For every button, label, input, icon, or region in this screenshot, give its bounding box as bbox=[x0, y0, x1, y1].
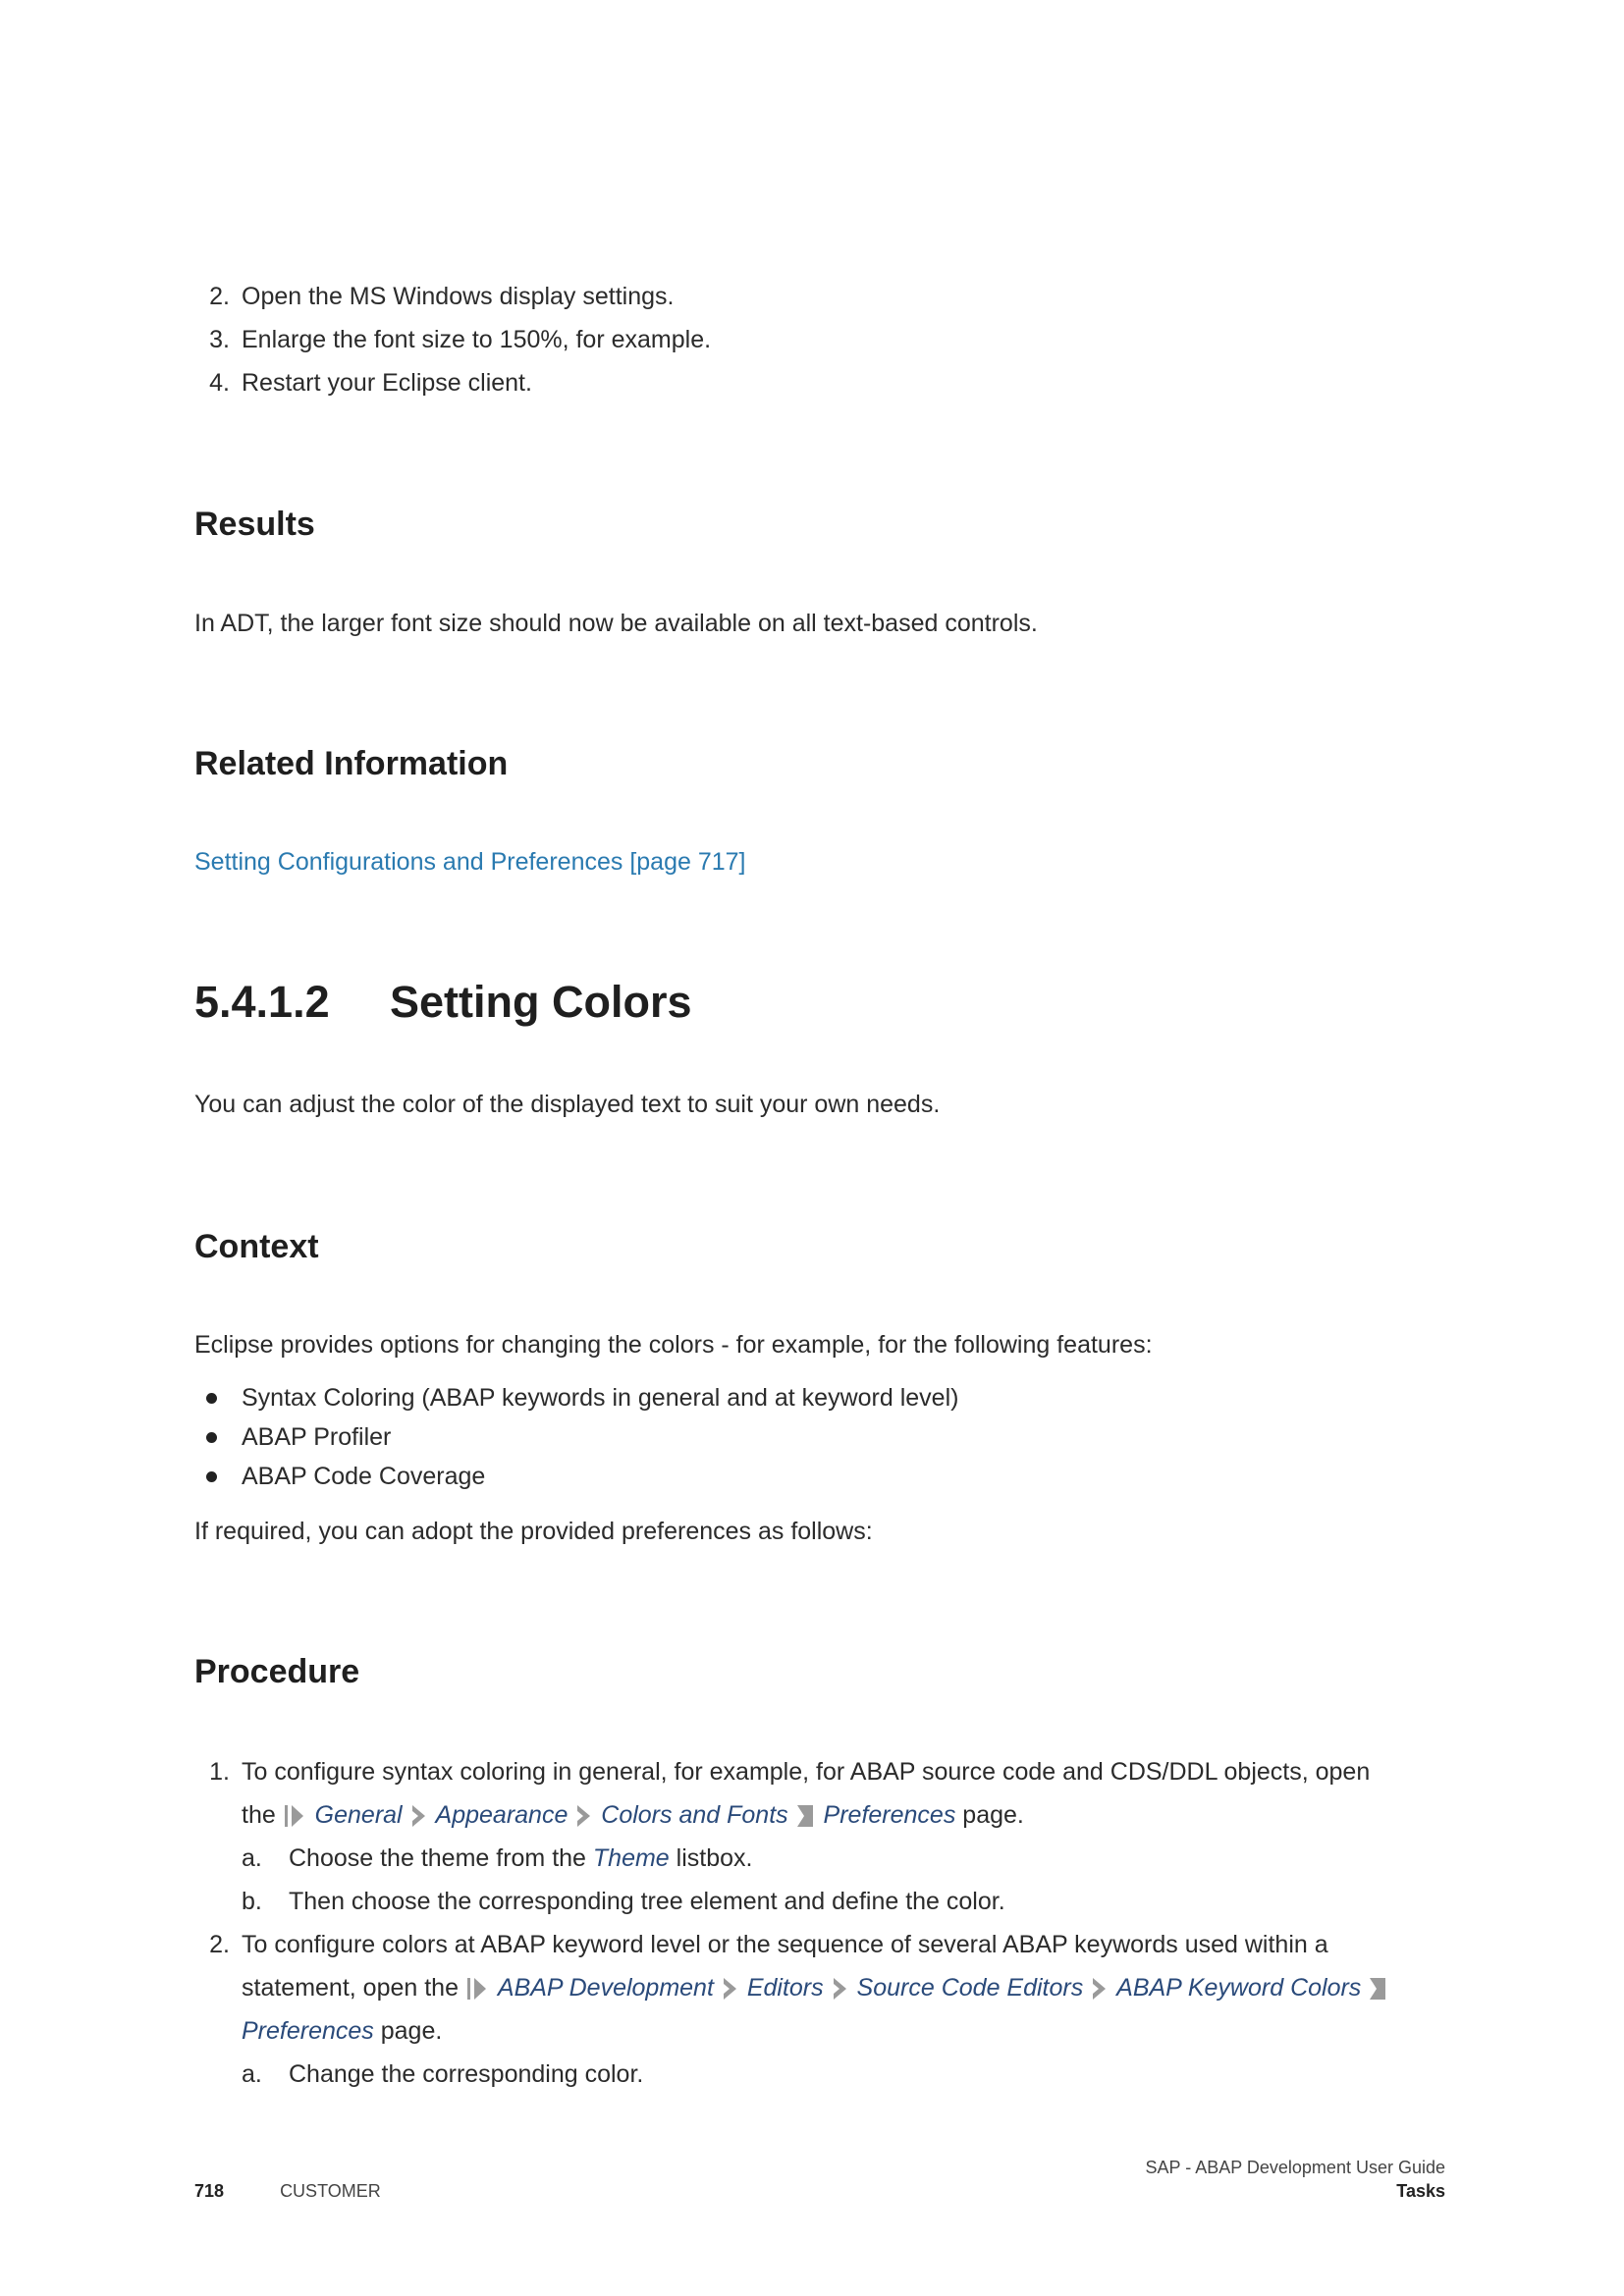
path-start-icon bbox=[466, 1978, 486, 2001]
procedure-substeps: a. Choose the theme from the Theme listbo… bbox=[194, 1837, 1445, 1923]
path-item-preferences[interactable]: Preferences bbox=[242, 2017, 374, 2045]
path-item-general[interactable]: General bbox=[315, 1801, 403, 1829]
related-link[interactable]: Setting Configurations and Preferences [… bbox=[194, 840, 746, 883]
bullet-icon bbox=[206, 1432, 217, 1443]
list-item: 3. Enlarge the font size to 150%, for exa… bbox=[209, 326, 712, 353]
procedure-step-2: 2. To configure colors at ABAP keyword l… bbox=[194, 1923, 1445, 2096]
chevron-right-icon bbox=[723, 1978, 736, 2001]
path-item-appearance[interactable]: Appearance bbox=[436, 1801, 568, 1829]
list-item: 4. Restart your Eclipse client. bbox=[209, 369, 532, 397]
related-information-heading: Related Information bbox=[194, 745, 509, 782]
section-title-text: Setting Colors bbox=[390, 977, 692, 1027]
footer-label: CUSTOMER bbox=[280, 2181, 381, 2201]
procedure-steps: 1. To configure syntax coloring in gener… bbox=[194, 1750, 1445, 2096]
procedure-substeps: a. Change the corresponding color. bbox=[194, 2053, 1445, 2096]
path-end-icon bbox=[1370, 1978, 1386, 2001]
bullet-icon bbox=[206, 1471, 217, 1482]
page-number: 718 bbox=[194, 2181, 225, 2201]
chevron-right-icon bbox=[1093, 1978, 1107, 2001]
list-item: ABAP Code Coverage bbox=[194, 1457, 958, 1496]
section-intro: You can adjust the color of the displaye… bbox=[194, 1091, 941, 1118]
footer-left: 718 CUSTOMER bbox=[194, 2181, 381, 2202]
path-item-abap-keyword-colors[interactable]: ABAP Keyword Colors bbox=[1116, 1974, 1361, 2002]
context-bullets: Syntax Coloring (ABAP keywords in genera… bbox=[194, 1378, 958, 1496]
menu-path: statement, open the ABAP Development Edi… bbox=[242, 1974, 1389, 2045]
context-heading: Context bbox=[194, 1228, 319, 1265]
path-item-colors-and-fonts[interactable]: Colors and Fonts bbox=[601, 1801, 787, 1829]
list-item: ABAP Profiler bbox=[194, 1417, 958, 1457]
list-item: a. Choose the theme from the Theme listbo… bbox=[242, 1844, 753, 1872]
chevron-right-icon bbox=[411, 1805, 425, 1828]
results-text: In ADT, the larger font size should now … bbox=[194, 610, 1038, 637]
path-start-icon bbox=[284, 1805, 303, 1828]
footer-doc-title: SAP - ABAP Development User Guide bbox=[1145, 2158, 1446, 2177]
bullet-icon bbox=[206, 1393, 217, 1404]
chevron-right-icon bbox=[577, 1805, 591, 1828]
list-item: 2. Open the MS Windows display settings. bbox=[209, 283, 675, 310]
path-item-editors[interactable]: Editors bbox=[747, 1974, 824, 2002]
results-heading: Results bbox=[194, 506, 315, 543]
footer-section: Tasks bbox=[1396, 2181, 1445, 2201]
path-end-icon bbox=[796, 1805, 813, 1828]
path-item-source-code-editors[interactable]: Source Code Editors bbox=[857, 1974, 1084, 2002]
section-title: 5.4.1.2 Setting Colors bbox=[194, 977, 692, 1028]
footer-right: SAP - ABAP Development User Guide Tasks bbox=[1146, 2156, 1446, 2203]
procedure-step-1: 1. To configure syntax coloring in gener… bbox=[194, 1750, 1445, 1923]
section-number: 5.4.1.2 bbox=[194, 977, 330, 1027]
list-item: a. Change the corresponding color. bbox=[242, 2060, 644, 2088]
theme-listbox-name: Theme bbox=[592, 1844, 670, 1872]
procedure-heading: Procedure bbox=[194, 1653, 360, 1690]
chevron-right-icon bbox=[833, 1978, 846, 2001]
intro-steps: 2. Open the MS Windows display settings. … bbox=[194, 275, 711, 404]
context-outro: If required, you can adopt the provided … bbox=[194, 1518, 873, 1545]
context-text: Eclipse provides options for changing th… bbox=[194, 1331, 1153, 1359]
menu-path: the General Appearance Colors and Fonts … bbox=[242, 1801, 1024, 1829]
path-item-preferences[interactable]: Preferences bbox=[824, 1801, 956, 1829]
list-item: Syntax Coloring (ABAP keywords in genera… bbox=[194, 1378, 958, 1417]
path-item-abap-development[interactable]: ABAP Development bbox=[498, 1974, 714, 2002]
list-item: b. Then choose the corresponding tree ele… bbox=[242, 1888, 1005, 1915]
